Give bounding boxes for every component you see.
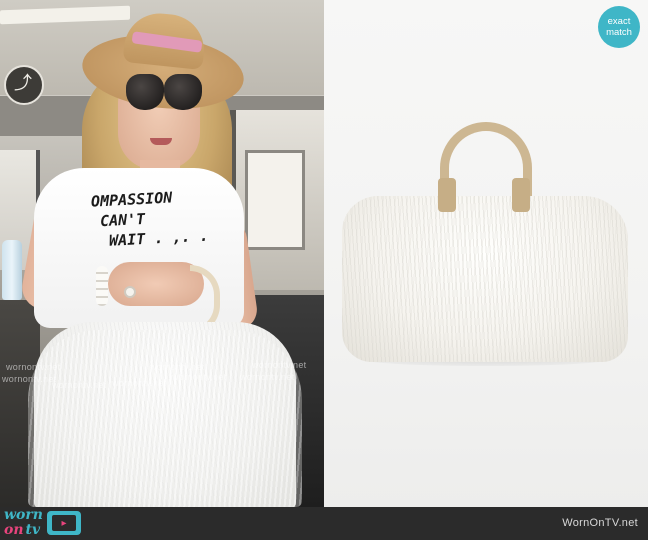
logo-text: worn on tv (4, 507, 43, 537)
watermark: wornontv.net (240, 372, 295, 382)
tshirt-print: OMPASSION CAN'T WAIT . ,. . (91, 184, 234, 251)
exact-match-line1: exact (607, 16, 631, 27)
logo-on: on (4, 522, 24, 538)
watermark: wornontv.net (2, 374, 57, 384)
watermark: wornontv.net (150, 362, 205, 372)
fur-tote-bag[interactable] (342, 196, 628, 362)
tv-icon: ▸ (46, 511, 81, 535)
mouth (150, 138, 172, 145)
pearl-bracelet (96, 266, 108, 306)
exact-match-badge[interactable]: exact match (598, 6, 640, 48)
footer-bar: worn on tv ▸ WornOnTV.net (0, 507, 648, 540)
celebrity-photo: ⤴ OMPASSION CAN'T WAIT . ,. . wornontv.n… (0, 0, 324, 507)
store-window-inner (245, 150, 305, 250)
fur-bag-worn-texture (28, 330, 302, 507)
logo-worn: worn (4, 507, 43, 523)
water-bottle (2, 240, 22, 300)
logo-on-tv: on tv (4, 522, 43, 537)
bag-handle-tab-right (512, 178, 530, 212)
bag-handle-tab-left (438, 178, 456, 212)
tv-screen-icon: ▸ (51, 515, 76, 531)
watermark: wornontv.net (252, 360, 307, 370)
wornontv-logo[interactable]: worn on tv ▸ (4, 507, 81, 539)
watermark: wornontv.net (52, 380, 107, 390)
sunglasses-right-lens (164, 74, 202, 110)
image-canvas: ⤴ OMPASSION CAN'T WAIT . ,. . wornontv.n… (0, 0, 648, 540)
exact-match-line2: match (606, 27, 632, 38)
sunglasses-left-lens (126, 74, 164, 110)
logo-tv: tv (25, 522, 41, 538)
footer-site-link[interactable]: WornOnTV.net (562, 517, 638, 529)
watermark: wornontv.net (172, 372, 227, 382)
watermark: wornontv.net (6, 362, 61, 372)
escalator-icon: ⤴ (14, 73, 32, 93)
watermark: wornontv.net (112, 378, 167, 388)
ring (124, 286, 136, 298)
